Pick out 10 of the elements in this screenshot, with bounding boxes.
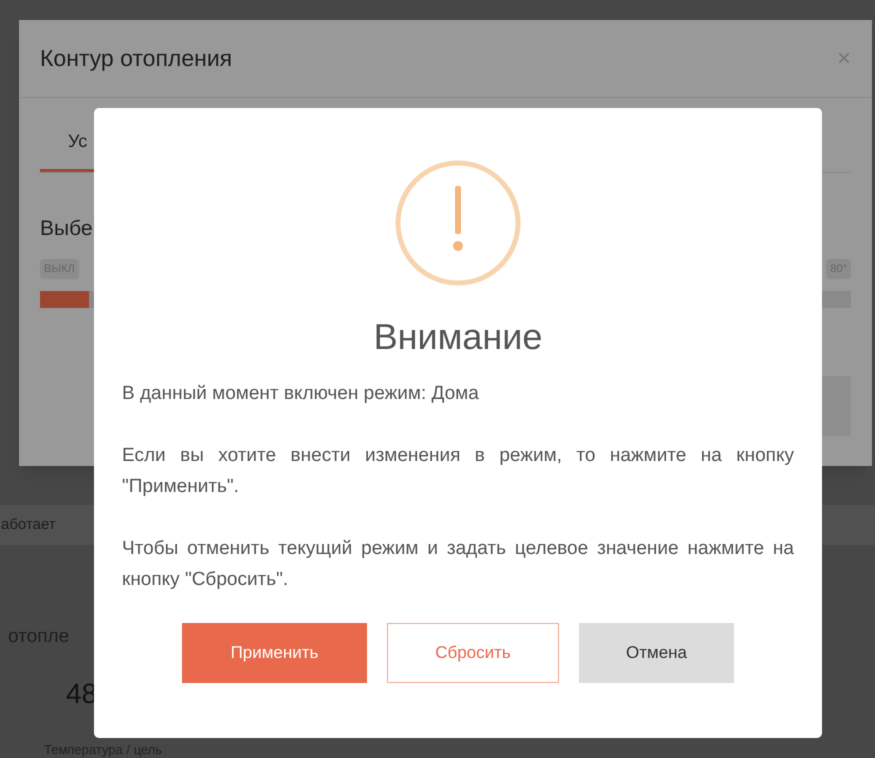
- alert-message: В данный момент включен режим: Дома: [122, 382, 480, 406]
- dialog-button[interactable]: Отмена: [579, 623, 734, 683]
- dialog-button[interactable]: Сбросить: [387, 623, 559, 683]
- alert-message: Если вы хотите внести изменения в режим, то нажмите на кнопку "Применить".: [122, 444, 794, 499]
- alert-message: Чтобы отменить текущий режим и задать целевое значение нажмите на кнопку "Сбросить".: [122, 537, 794, 592]
- alert-title: Внимание: [374, 315, 542, 359]
- section-label: Выбе: [40, 216, 94, 242]
- dialog-button[interactable]: Применить: [182, 623, 367, 683]
- warning-icon: [395, 160, 521, 286]
- dialog-title: Контур отопления: [40, 44, 232, 74]
